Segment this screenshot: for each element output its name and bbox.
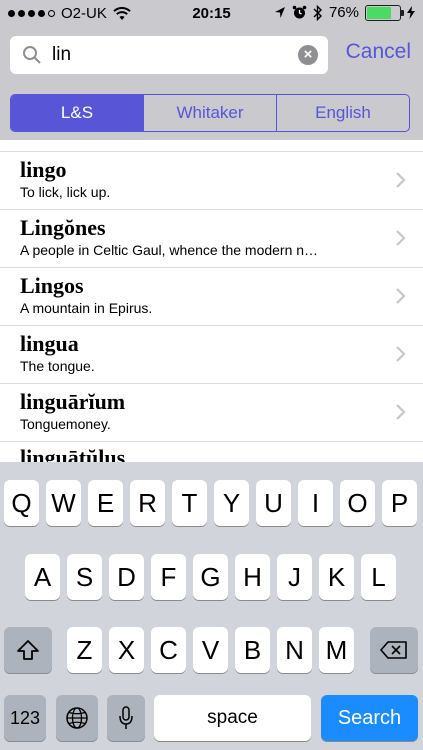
backspace-icon bbox=[380, 641, 407, 659]
key-u[interactable]: U bbox=[256, 480, 291, 526]
key-l[interactable]: L bbox=[361, 554, 396, 600]
search-box[interactable]: × bbox=[10, 36, 328, 74]
key-b[interactable]: B bbox=[235, 627, 270, 673]
battery-icon bbox=[365, 4, 404, 21]
shift-arrow-icon bbox=[17, 640, 39, 660]
delete-key[interactable] bbox=[370, 627, 418, 673]
chevron-right-icon bbox=[396, 404, 406, 420]
key-t[interactable]: T bbox=[172, 480, 207, 526]
headword: lingo bbox=[20, 157, 67, 182]
key-n[interactable]: N bbox=[277, 627, 312, 673]
key-d[interactable]: D bbox=[109, 554, 144, 600]
list-item[interactable]: lingua The tongue. bbox=[0, 326, 423, 384]
list-item[interactable]: linguārĭum Tonguemoney. bbox=[0, 384, 423, 442]
battery-percent: 76% bbox=[328, 4, 359, 21]
headword: linguātŭlus bbox=[20, 445, 126, 462]
definition: The tongue. bbox=[20, 358, 95, 374]
headword: Lingŏnes bbox=[20, 215, 106, 240]
chevron-right-icon bbox=[396, 230, 406, 246]
magnifier-icon bbox=[23, 46, 41, 64]
definition: A people in Celtic Gaul, whence the mode… bbox=[20, 242, 319, 258]
cancel-button[interactable]: Cancel bbox=[346, 40, 411, 64]
key-r[interactable]: R bbox=[130, 480, 165, 526]
key-i[interactable]: I bbox=[298, 480, 333, 526]
keyboard: Q W E R T Y U I O P A S D F G H J K L Z … bbox=[0, 462, 423, 750]
dictionary-segmented-control: L&S Whitaker English bbox=[10, 94, 410, 132]
headword: lingua bbox=[20, 331, 79, 356]
key-x[interactable]: X bbox=[109, 627, 144, 673]
definition: To lick, lick up. bbox=[20, 184, 111, 200]
segment-whitaker[interactable]: Whitaker bbox=[144, 95, 277, 131]
search-key[interactable]: Search bbox=[321, 695, 418, 741]
key-v[interactable]: V bbox=[193, 627, 228, 673]
key-f[interactable]: F bbox=[151, 554, 186, 600]
list-item-partial-bottom[interactable]: linguātŭlus bbox=[0, 442, 423, 462]
key-a[interactable]: A bbox=[25, 554, 60, 600]
clear-x-icon[interactable]: × bbox=[298, 45, 318, 65]
list-item[interactable]: Lingŏnes A people in Celtic Gaul, whence… bbox=[0, 210, 423, 268]
headword: Lingos bbox=[20, 273, 84, 298]
key-c[interactable]: C bbox=[151, 627, 186, 673]
chevron-right-icon bbox=[396, 346, 406, 362]
key-j[interactable]: J bbox=[277, 554, 312, 600]
location-arrow-icon bbox=[274, 7, 285, 18]
definition: A mountain in Epirus. bbox=[20, 300, 153, 316]
key-e[interactable]: E bbox=[88, 480, 123, 526]
key-m[interactable]: M bbox=[319, 627, 354, 673]
key-k[interactable]: K bbox=[319, 554, 354, 600]
status-right: 76% bbox=[274, 4, 415, 21]
globe-key[interactable] bbox=[56, 695, 98, 741]
chevron-right-icon bbox=[396, 172, 406, 188]
bluetooth-icon bbox=[313, 4, 322, 21]
status-bar: O2-UK 20:15 76% bbox=[0, 0, 423, 28]
space-key[interactable]: space bbox=[154, 695, 311, 741]
search-header: × Cancel bbox=[0, 28, 423, 84]
alarm-icon bbox=[292, 5, 307, 19]
charging-bolt-icon bbox=[407, 6, 415, 19]
key-q[interactable]: Q bbox=[4, 480, 39, 526]
key-g[interactable]: G bbox=[193, 554, 228, 600]
headword: linguārĭum bbox=[20, 389, 126, 414]
key-z[interactable]: Z bbox=[67, 627, 102, 673]
chevron-right-icon bbox=[396, 288, 406, 304]
search-input[interactable] bbox=[52, 44, 282, 66]
key-w[interactable]: W bbox=[46, 480, 81, 526]
list-item-partial-top bbox=[0, 140, 423, 152]
numbers-key[interactable]: 123 bbox=[4, 695, 46, 741]
microphone-icon bbox=[119, 706, 133, 729]
battery-level bbox=[367, 6, 392, 19]
key-p[interactable]: P bbox=[382, 480, 417, 526]
list-item[interactable]: lingo To lick, lick up. bbox=[0, 152, 423, 210]
definition: Tonguemoney. bbox=[20, 416, 111, 432]
dictionary-selector-bar: L&S Whitaker English bbox=[0, 84, 423, 140]
key-o[interactable]: O bbox=[340, 480, 375, 526]
shift-key[interactable] bbox=[4, 627, 52, 673]
segment-english[interactable]: English bbox=[277, 95, 409, 131]
key-h[interactable]: H bbox=[235, 554, 270, 600]
segment-ls[interactable]: L&S bbox=[11, 95, 144, 131]
list-item[interactable]: Lingos A mountain in Epirus. bbox=[0, 268, 423, 326]
dictation-key[interactable] bbox=[107, 695, 145, 741]
key-s[interactable]: S bbox=[67, 554, 102, 600]
results-list: lingo To lick, lick up. Lingŏnes A peopl… bbox=[0, 140, 423, 462]
key-y[interactable]: Y bbox=[214, 480, 249, 526]
globe-icon bbox=[66, 707, 88, 729]
